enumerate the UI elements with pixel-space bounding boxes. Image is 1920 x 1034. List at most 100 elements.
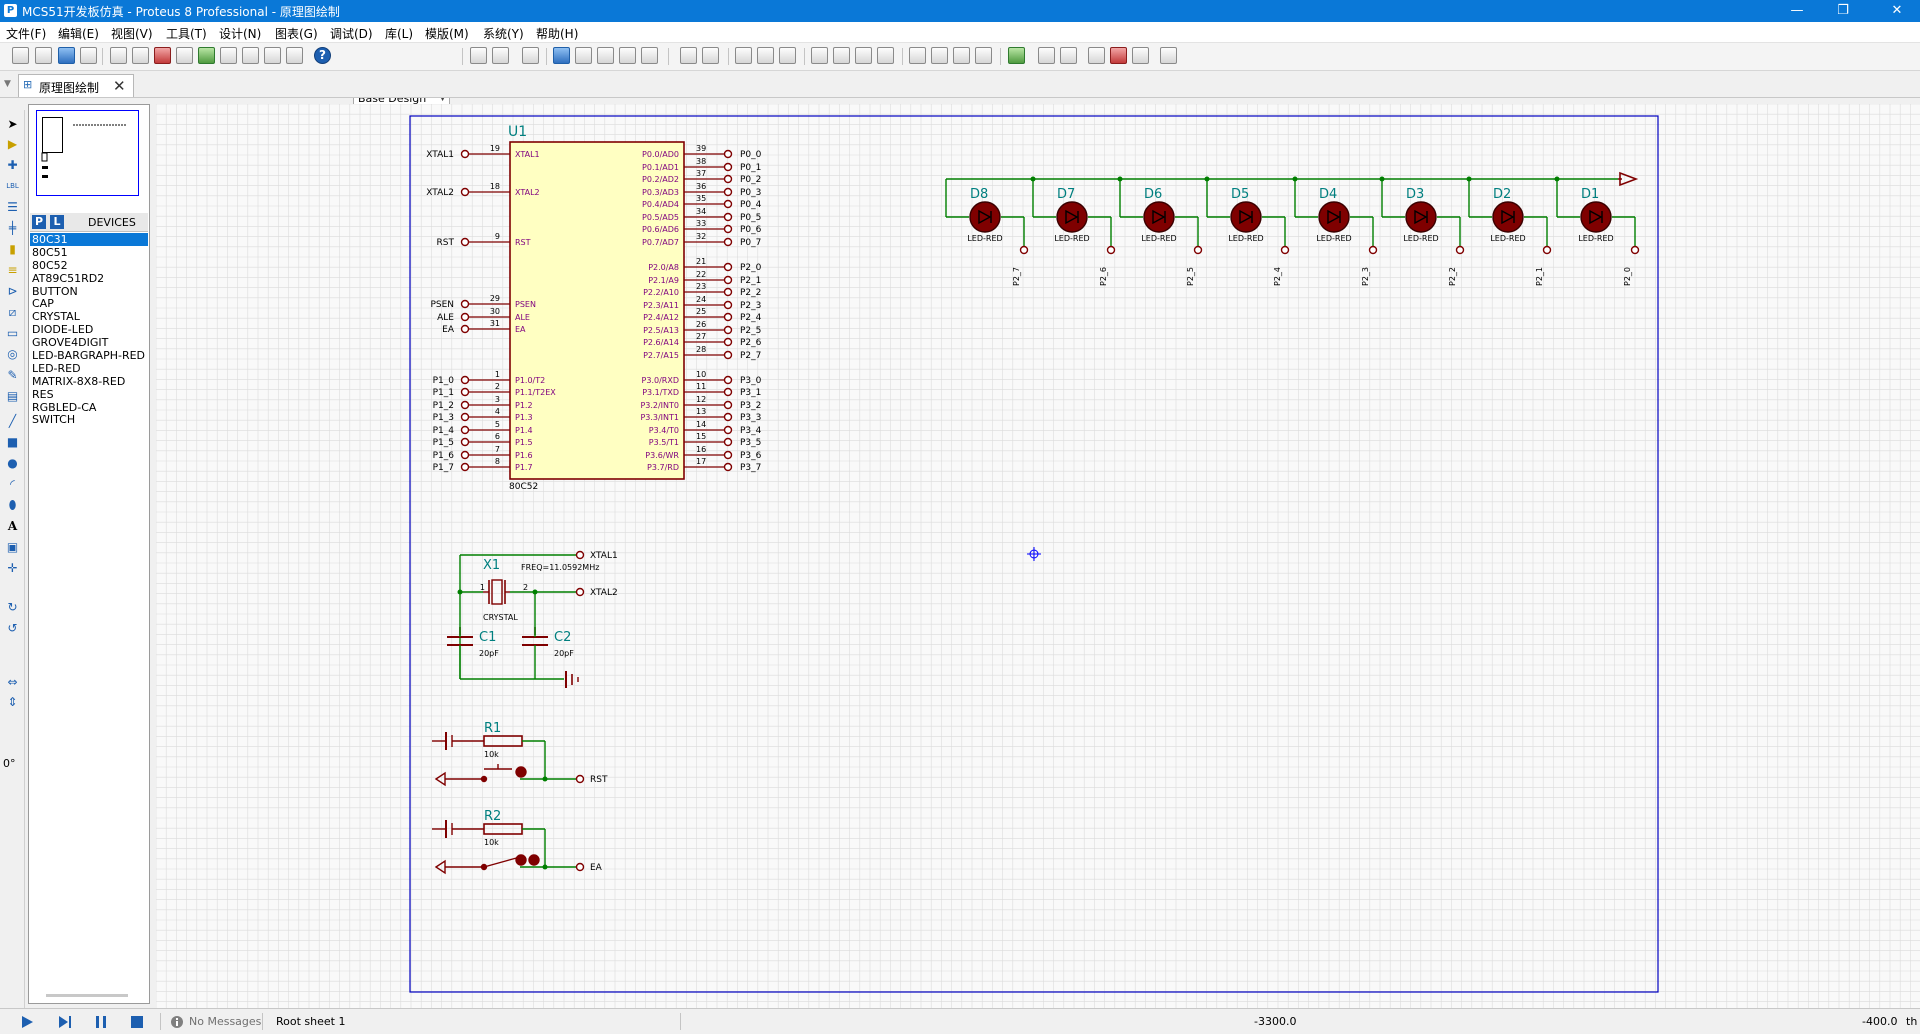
graph-mode-button[interactable]: ⧄ (5, 305, 20, 319)
step-icon[interactable] (58, 1015, 72, 1029)
pick-device-icon[interactable] (909, 47, 926, 64)
menu-design[interactable]: 设计(N) (219, 25, 261, 42)
exit-to-parent-icon[interactable] (1132, 47, 1149, 64)
save-icon[interactable] (58, 47, 75, 64)
pick-devices-button[interactable]: P (32, 215, 46, 229)
menu-debug[interactable]: 调试(D) (330, 25, 373, 42)
decompose-icon[interactable] (975, 47, 992, 64)
cut-icon[interactable] (735, 47, 752, 64)
rotate-clockwise-button[interactable]: ↻ (5, 600, 20, 614)
rotate-anticlockwise-button[interactable]: ↺ (5, 621, 20, 635)
undo-icon[interactable] (680, 47, 697, 64)
tape-recorder-mode-button[interactable]: ▭ (5, 326, 20, 340)
text-script-mode-button[interactable]: ☰ (5, 200, 20, 214)
packaging-tool-icon[interactable] (953, 47, 970, 64)
zoom-in-icon[interactable] (575, 47, 592, 64)
menu-system[interactable]: 系统(Y) (483, 25, 524, 42)
line-mode-button[interactable]: ╱ (5, 414, 20, 428)
device-pins-mode-button[interactable]: ⊳ (5, 284, 20, 298)
gerber-icon[interactable] (220, 47, 237, 64)
schematic-canvas[interactable]: U1 80C52 XTAL1 19 XTAL1 XTAL2 18 XTAL2 RST 9 RST PS… (156, 104, 1920, 1008)
device-item[interactable]: RGBLED-CA (30, 401, 148, 414)
arc-mode-button[interactable]: ◜ (5, 477, 20, 491)
help-icon[interactable]: ? (314, 47, 331, 64)
tab-schematic-capture[interactable]: ⊞ 原理图绘制 ✕ (18, 74, 134, 97)
device-item[interactable]: CRYSTAL (30, 310, 148, 323)
origin-icon[interactable] (522, 47, 539, 64)
selection-mode-button[interactable]: ➤ (5, 117, 20, 131)
menu-library[interactable]: 库(L) (385, 25, 413, 42)
copy-icon[interactable] (757, 47, 774, 64)
junction-mode-button[interactable]: ✚ (5, 158, 20, 172)
menu-template[interactable]: 模版(M) (425, 25, 469, 42)
menu-view[interactable]: 视图(V) (111, 25, 153, 42)
menu-edit[interactable]: 编辑(E) (58, 25, 99, 42)
gallery-icon[interactable] (176, 47, 193, 64)
design-explorer-icon[interactable] (242, 47, 259, 64)
import-icon[interactable] (80, 47, 97, 64)
device-item[interactable]: LED-BARGRAPH-RED (30, 349, 148, 362)
mirror-x-button[interactable]: ⇔ (5, 675, 20, 689)
terminals-mode-button[interactable]: ≡ (5, 263, 20, 277)
search-tag-icon[interactable] (1038, 47, 1055, 64)
menu-help[interactable]: 帮助(H) (536, 25, 578, 42)
zoom-all-icon[interactable] (619, 47, 636, 64)
block-copy-icon[interactable] (811, 47, 828, 64)
overview-window[interactable] (36, 110, 139, 196)
zoom-area-icon[interactable] (641, 47, 658, 64)
box-mode-button[interactable]: ■ (5, 435, 20, 449)
menu-graph[interactable]: 图表(G) (275, 25, 318, 42)
device-item[interactable]: GROVE4DIGIT (30, 336, 148, 349)
text-mode-button[interactable]: A (5, 519, 20, 533)
block-delete-icon[interactable] (877, 47, 894, 64)
menu-tools[interactable]: 工具(T) (166, 25, 207, 42)
virtual-instruments-mode-button[interactable]: ▤ (5, 389, 20, 403)
close-window-button[interactable]: ✕ (1874, 0, 1920, 22)
refresh-icon[interactable] (470, 47, 487, 64)
bom-icon[interactable] (264, 47, 281, 64)
device-item[interactable]: CAP (30, 297, 148, 311)
new-file-icon[interactable] (12, 47, 29, 64)
source-code-icon[interactable] (286, 47, 303, 64)
subcircuit-mode-button[interactable]: ▮ (5, 242, 20, 256)
mirror-y-button[interactable]: ⇕ (5, 695, 20, 709)
device-item[interactable]: 80C52 (30, 259, 148, 272)
device-item[interactable]: AT89C51RD2 (30, 272, 148, 285)
remove-sheet-icon[interactable] (1110, 47, 1127, 64)
rotation-angle-input[interactable]: 0° (3, 757, 16, 770)
minimize-button[interactable]: — (1774, 0, 1820, 22)
bus-mode-button[interactable]: ╪ (5, 221, 20, 235)
pin-icon[interactable]: ▼ (4, 79, 13, 89)
make-device-icon[interactable] (931, 47, 948, 64)
maximize-button[interactable]: ❐ (1820, 0, 1866, 22)
3d-view-icon[interactable] (198, 47, 215, 64)
device-item[interactable]: MATRIX-8X8-RED (30, 375, 148, 388)
pcb-icon[interactable] (154, 47, 171, 64)
path-mode-button[interactable]: ⬮ (5, 498, 20, 512)
device-item[interactable]: LED-RED (30, 362, 148, 375)
block-move-icon[interactable] (833, 47, 850, 64)
device-item[interactable]: 80C31 (30, 233, 148, 246)
device-item[interactable]: SWITCH (30, 413, 148, 427)
block-rotate-icon[interactable] (855, 47, 872, 64)
pan-icon[interactable] (553, 47, 570, 64)
paste-icon[interactable] (779, 47, 796, 64)
symbol-mode-button[interactable]: ▣ (5, 540, 20, 554)
redo-icon[interactable] (702, 47, 719, 64)
device-item[interactable]: 80C51 (30, 246, 148, 259)
home-icon[interactable] (110, 47, 127, 64)
generator-mode-button[interactable]: ◎ (5, 347, 20, 361)
component-mode-button[interactable]: ▶ (5, 137, 20, 151)
device-item[interactable]: BUTTON (30, 285, 148, 298)
marker-mode-button[interactable]: ✛ (5, 561, 20, 575)
menu-file[interactable]: 文件(F) (6, 25, 46, 42)
electrical-rule-check-icon[interactable] (1160, 47, 1177, 64)
schematic-icon[interactable] (132, 47, 149, 64)
device-list-scrollbar[interactable] (46, 994, 128, 997)
zoom-out-icon[interactable] (597, 47, 614, 64)
close-tab-icon[interactable]: ✕ (113, 77, 126, 95)
device-item[interactable]: RES (30, 388, 148, 401)
message-count[interactable]: No Messages (189, 1015, 261, 1028)
pause-icon[interactable] (94, 1015, 108, 1029)
open-folder-icon[interactable] (35, 47, 52, 64)
